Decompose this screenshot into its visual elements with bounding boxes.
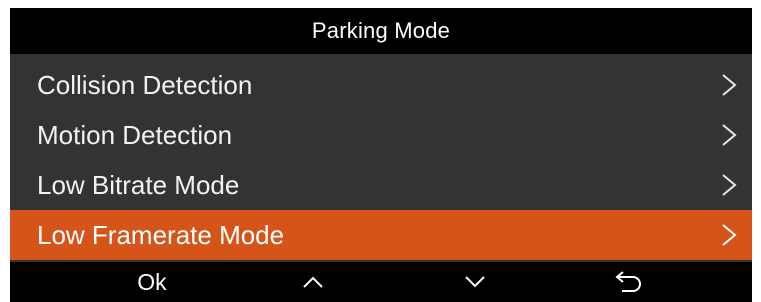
menu-item-motion-detection[interactable]: Motion Detection: [10, 110, 752, 160]
menu-item-label: Collision Detection: [37, 70, 253, 100]
softkey-bar: Ok: [10, 262, 752, 302]
menu-item-low-bitrate-mode[interactable]: Low Bitrate Mode: [10, 160, 752, 210]
down-button[interactable]: [440, 262, 510, 302]
settings-menu: Collision Detection Motion Detection Low…: [10, 60, 752, 260]
chevron-right-icon: [722, 124, 737, 146]
chevron-down-icon: [465, 276, 485, 288]
page-title: Parking Mode: [311, 18, 451, 43]
up-button[interactable]: [278, 262, 348, 302]
chevron-right-icon: [722, 174, 737, 196]
menu-item-label: Motion Detection: [37, 120, 233, 150]
ok-button-label: Ok: [137, 268, 167, 295]
back-button[interactable]: [594, 262, 664, 302]
parking-mode-screen: Parking Mode Collision Detection Motion …: [10, 8, 752, 302]
menu-item-low-framerate-mode[interactable]: Low Framerate Mode: [10, 210, 752, 260]
menu-item-label: Low Bitrate Mode: [37, 170, 240, 200]
chevron-up-icon: [303, 276, 323, 288]
title-bar: Parking Mode: [10, 8, 752, 54]
menu-item-label: Low Framerate Mode: [37, 220, 285, 250]
back-arrow-icon: [615, 271, 641, 292]
menu-item-collision-detection[interactable]: Collision Detection: [10, 60, 752, 110]
chevron-right-icon: [722, 74, 737, 96]
ok-button[interactable]: Ok: [112, 262, 192, 302]
chevron-right-icon: [722, 224, 737, 246]
